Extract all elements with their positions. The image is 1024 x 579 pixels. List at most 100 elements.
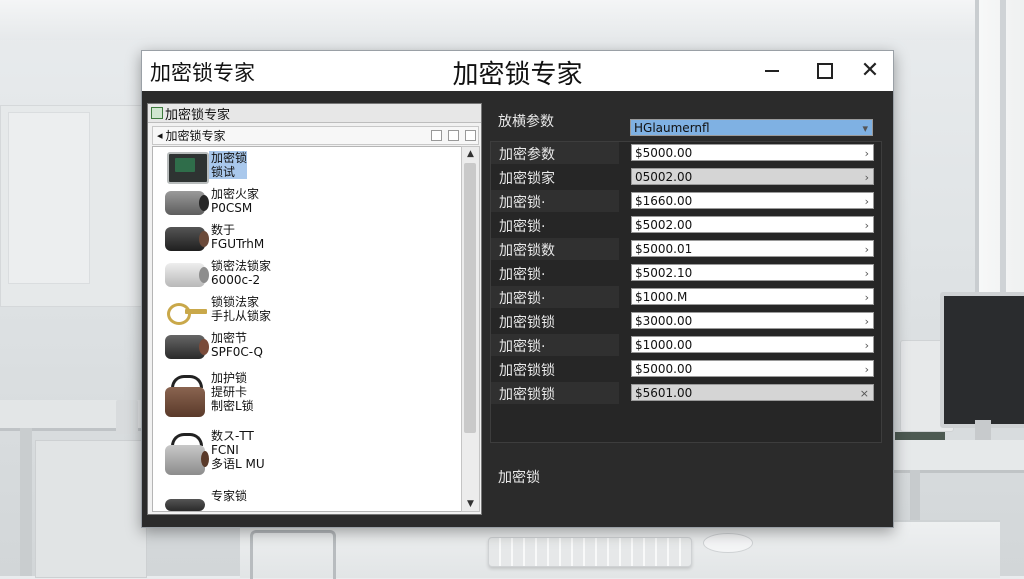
maximize-icon bbox=[817, 63, 833, 79]
param-value: $1000.M bbox=[635, 290, 688, 304]
background-ceiling bbox=[0, 0, 1024, 40]
section-label: 加密锁 bbox=[498, 470, 540, 486]
param-label: 加密锁锁 bbox=[499, 315, 555, 331]
param-value: $5000.00 bbox=[635, 362, 693, 376]
parameters-panel: 放横参数 HGlaumernfl ▾ 加密参数 $5000.00 › 加密锁家 0… bbox=[490, 103, 886, 513]
list-item[interactable]: 数于 FGUTrhM bbox=[153, 221, 461, 255]
param-value-field[interactable]: $5000.00 › bbox=[631, 144, 874, 161]
list-item[interactable]: 加密锁 锁试 bbox=[153, 149, 461, 184]
chevron-right-icon[interactable]: › bbox=[865, 337, 869, 354]
param-label: 加密锁锁 bbox=[499, 387, 555, 403]
param-value-field[interactable]: $5002.00 › bbox=[631, 216, 874, 233]
param-row: 加密锁· $1000.M › bbox=[491, 286, 879, 308]
lock-device-icon bbox=[163, 433, 209, 477]
scroll-down-icon[interactable]: ▼ bbox=[462, 497, 479, 511]
item-subtitle: FCNI bbox=[211, 443, 239, 457]
background-book bbox=[895, 432, 945, 440]
item-title: 锁密法锁家 bbox=[211, 259, 272, 273]
list-item[interactable]: 锁锁法家 手扎从锁家 bbox=[153, 293, 461, 327]
list-item[interactable]: 加护锁 提研卡 制密L锁 bbox=[153, 369, 461, 421]
param-row: 加密锁· $1000.00 › bbox=[491, 334, 879, 356]
param-row: 加密锁· $1660.00 › bbox=[491, 190, 879, 212]
list-item[interactable]: 加密节 SPF0C-Q bbox=[153, 329, 461, 363]
item-subtitle: 手扎从锁家 bbox=[211, 309, 272, 323]
param-row: 加密锁数 $5000.01 › bbox=[491, 238, 879, 260]
title-bar[interactable]: 加密锁专家 加密锁专家 ✕ bbox=[142, 51, 893, 91]
device-list[interactable]: 加密锁 锁试 加密火家 P0CSM 数于 FGUTrhM 锁密法锁家 6000c… bbox=[152, 146, 462, 512]
chevron-right-icon[interactable]: › bbox=[865, 289, 869, 306]
lock-device-icon bbox=[163, 189, 209, 217]
param-row: 加密锁· $5002.10 › bbox=[491, 262, 879, 284]
background-chair bbox=[250, 530, 336, 579]
param-value: $1660.00 bbox=[635, 194, 693, 208]
explorer-subheader[interactable]: ◂ 加密锁专家 bbox=[152, 126, 479, 145]
list-item[interactable]: 专家锁 bbox=[153, 487, 461, 511]
minimize-pane-icon[interactable] bbox=[431, 130, 442, 141]
item-title: 加护锁 bbox=[211, 371, 248, 385]
item-detail: 多语L MU bbox=[211, 457, 265, 471]
lock-device-icon bbox=[163, 225, 209, 253]
param-header-select[interactable]: HGlaumernfl ▾ bbox=[630, 119, 873, 136]
clear-icon[interactable]: × bbox=[860, 385, 869, 402]
restore-pane-icon[interactable] bbox=[448, 130, 459, 141]
close-icon: ✕ bbox=[860, 58, 880, 83]
param-value-field[interactable]: $1000.00 › bbox=[631, 336, 874, 353]
param-value-field[interactable]: $5000.01 › bbox=[631, 240, 874, 257]
lock-device-icon bbox=[163, 261, 209, 289]
param-header-value: HGlaumernfl bbox=[634, 121, 710, 135]
param-value-field[interactable]: $1660.00 › bbox=[631, 192, 874, 209]
param-value-field[interactable]: $3000.00 › bbox=[631, 312, 874, 329]
item-title: 加密锁 bbox=[211, 151, 248, 165]
background-desk-leg bbox=[20, 428, 32, 576]
param-value-field[interactable]: $1000.M › bbox=[631, 288, 874, 305]
mouse bbox=[703, 533, 753, 553]
app-window: 加密锁专家 加密锁专家 ✕ 加密锁专家 ◂ 加密锁专家 加密锁 锁试 加密火家 … bbox=[141, 50, 894, 528]
scroll-thumb[interactable] bbox=[464, 163, 476, 433]
background-pen-cup bbox=[116, 400, 138, 434]
explorer-subheader-label: 加密锁专家 bbox=[165, 129, 226, 143]
param-value: 05002.00 bbox=[635, 170, 693, 184]
lock-device-icon bbox=[163, 495, 209, 511]
chevron-right-icon[interactable]: › bbox=[865, 265, 869, 282]
device-explorer-panel: 加密锁专家 ◂ 加密锁专家 加密锁 锁试 加密火家 P0CSM 数于 FGUTr… bbox=[147, 103, 482, 515]
param-row: 加密参数 $5000.00 › bbox=[491, 142, 879, 164]
chevron-right-icon[interactable]: › bbox=[865, 169, 869, 186]
item-title: 加密火家 bbox=[211, 187, 260, 201]
key-icon bbox=[163, 297, 209, 325]
param-row: 加密锁锁 $3000.00 › bbox=[491, 310, 879, 332]
close-button[interactable]: ✕ bbox=[853, 57, 887, 85]
maximize-button[interactable] bbox=[808, 57, 842, 85]
list-item[interactable]: 加密火家 P0CSM bbox=[153, 185, 461, 219]
param-value: $5000.01 bbox=[635, 242, 693, 256]
param-value-field[interactable]: $5601.00 × bbox=[631, 384, 874, 401]
chevron-right-icon[interactable]: › bbox=[865, 217, 869, 234]
param-value: $5000.00 bbox=[635, 146, 693, 160]
param-row: 加密锁· $5002.00 › bbox=[491, 214, 879, 236]
param-label: 加密锁家 bbox=[499, 171, 555, 187]
window-title: 加密锁专家 bbox=[150, 61, 255, 85]
background-monitor-stand bbox=[975, 420, 991, 440]
chevron-right-icon[interactable]: › bbox=[865, 241, 869, 258]
scroll-up-icon[interactable]: ▲ bbox=[462, 147, 479, 161]
param-label: 加密锁数 bbox=[499, 243, 555, 259]
param-label: 加密锁· bbox=[499, 339, 546, 355]
param-value-field[interactable]: $5002.10 › bbox=[631, 264, 874, 281]
back-arrow-icon[interactable]: ◂ bbox=[157, 129, 163, 142]
chevron-right-icon[interactable]: › bbox=[865, 193, 869, 210]
param-header-row: 放横参数 HGlaumernfl ▾ bbox=[490, 107, 878, 137]
param-row: 加密锁家 05002.00 › bbox=[491, 166, 879, 188]
param-label: 加密锁锁 bbox=[499, 363, 555, 379]
minimize-button[interactable] bbox=[755, 57, 789, 85]
chevron-right-icon[interactable]: › bbox=[865, 361, 869, 378]
chevron-right-icon[interactable]: › bbox=[865, 145, 869, 162]
param-value-field[interactable]: $5000.00 › bbox=[631, 360, 874, 377]
dropdown-icon[interactable]: ▾ bbox=[862, 120, 868, 137]
list-item[interactable]: 锁密法锁家 6000c-2 bbox=[153, 257, 461, 291]
chevron-right-icon[interactable]: › bbox=[865, 313, 869, 330]
close-pane-icon[interactable] bbox=[465, 130, 476, 141]
lock-device-icon bbox=[163, 333, 209, 361]
device-list-scrollbar[interactable]: ▲ ▼ bbox=[461, 146, 480, 512]
param-value: $1000.00 bbox=[635, 338, 693, 352]
list-item[interactable]: 数ス-TT FCNI 多语L MU bbox=[153, 427, 461, 479]
param-value-field[interactable]: 05002.00 › bbox=[631, 168, 874, 185]
